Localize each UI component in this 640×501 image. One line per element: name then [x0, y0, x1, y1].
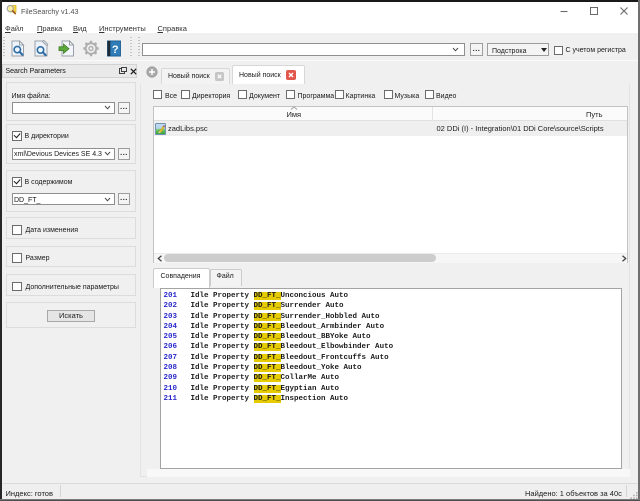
svg-text:?: ? — [112, 44, 119, 56]
